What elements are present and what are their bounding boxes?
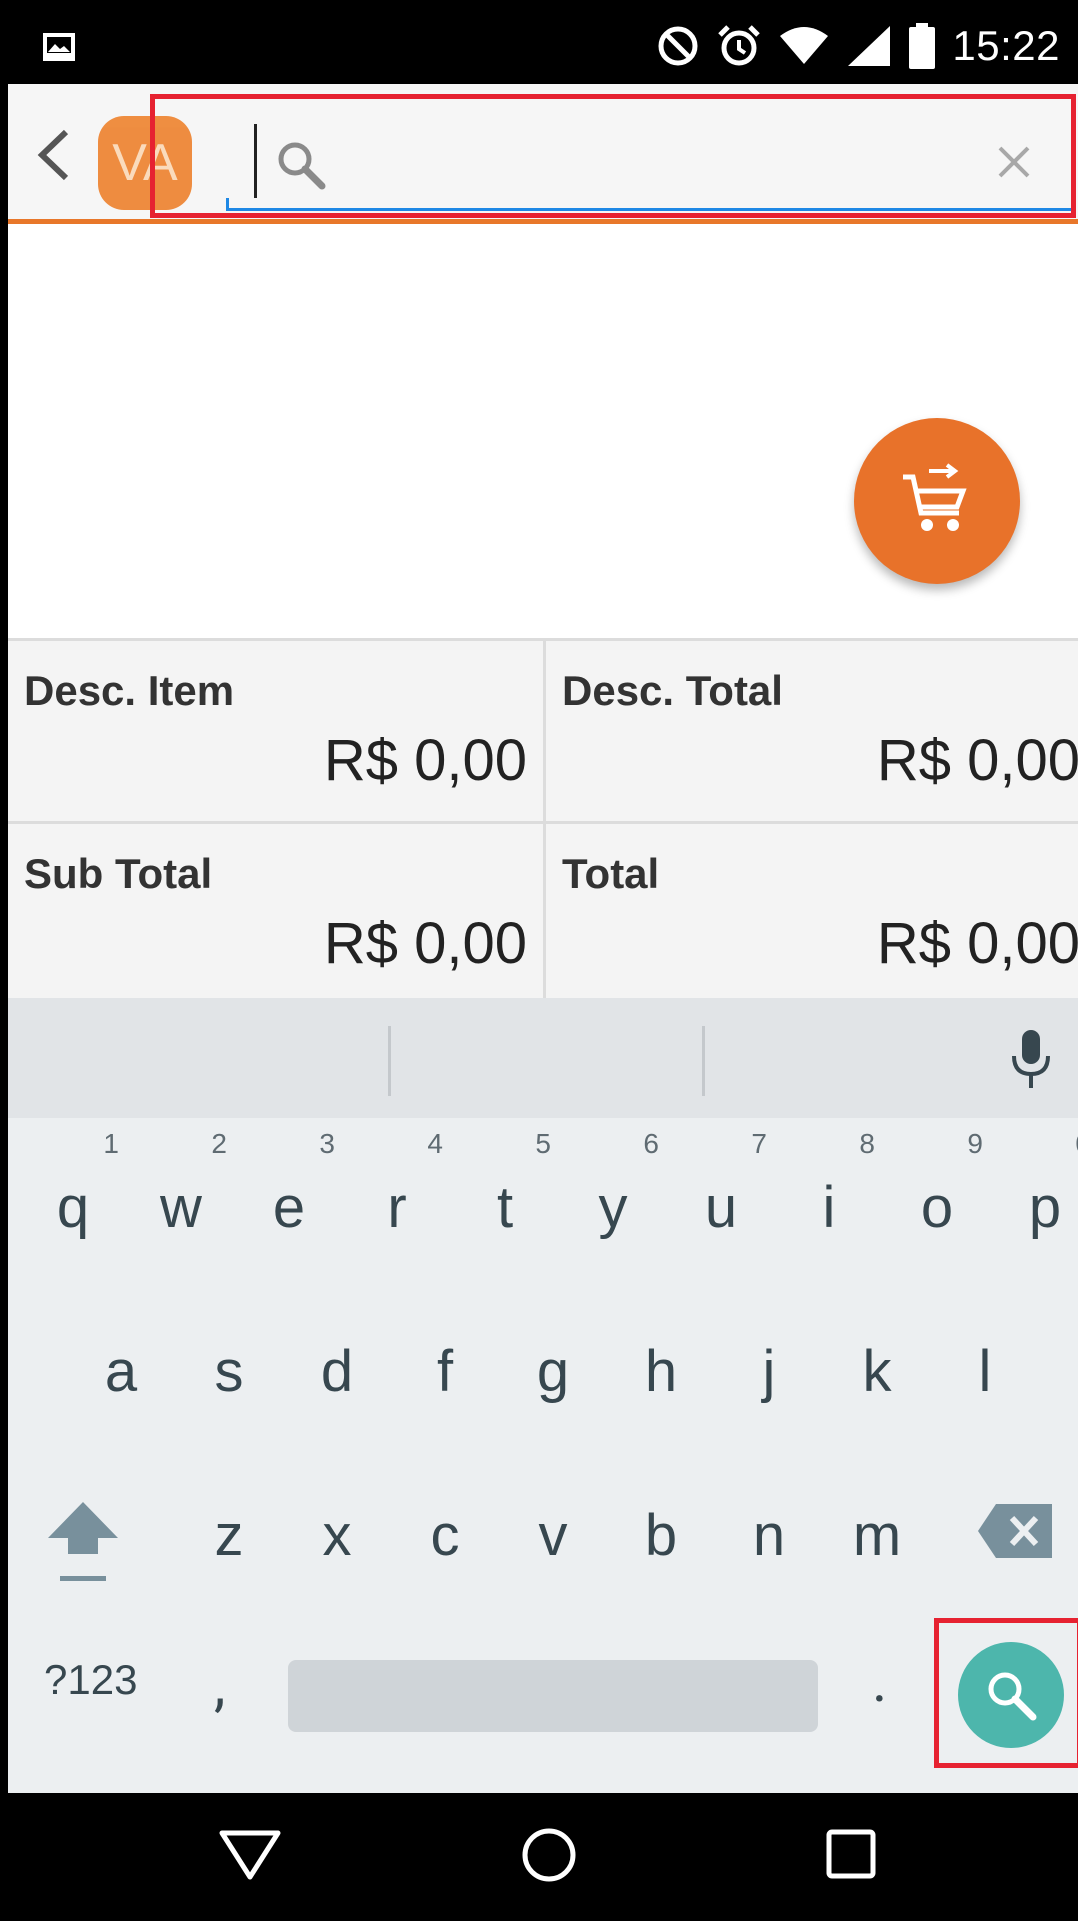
key-q[interactable]: q1 <box>33 1128 119 1241</box>
desc-total-cell: Desc. Total R$ 0,00 <box>543 641 1078 821</box>
alarm-icon <box>718 25 761 66</box>
key-a[interactable]: a <box>81 1338 161 1405</box>
soft-keyboard: q1w2e3r4t5y6u7i8o9p0 asdfghjkl zxcvbnm ?… <box>8 998 1078 1793</box>
status-bar: 15:22 <box>8 8 1078 84</box>
comma-key[interactable]: , <box>214 1652 225 1720</box>
key-hint-6: 6 <box>643 1128 659 1159</box>
key-hint-1: 1 <box>103 1128 119 1159</box>
key-hint-5: 5 <box>535 1128 551 1159</box>
totals-panel: Desc. Item R$ 0,00 Desc. Total R$ 0,00 S… <box>8 638 1078 1001</box>
back-triangle-icon[interactable] <box>218 1829 282 1881</box>
key-c[interactable]: c <box>405 1502 485 1569</box>
desc-total-label: Desc. Total <box>562 667 783 714</box>
key-x[interactable]: x <box>297 1502 377 1569</box>
sub-total-label: Sub Total <box>24 850 213 897</box>
period-key[interactable]: . <box>872 1648 887 1716</box>
key-y[interactable]: y6 <box>573 1128 660 1241</box>
cart-fab-button[interactable] <box>854 418 1020 584</box>
key-n[interactable]: n <box>729 1502 809 1569</box>
key-s[interactable]: s <box>189 1338 269 1405</box>
total-label: Total <box>562 850 660 897</box>
key-r[interactable]: r4 <box>357 1128 443 1241</box>
key-g[interactable]: g <box>513 1338 593 1405</box>
desc-item-value: R$ 0,00 <box>323 728 527 793</box>
key-hint-7: 7 <box>751 1128 767 1159</box>
total-value: R$ 0,00 <box>876 911 1078 976</box>
desc-total-value: R$ 0,00 <box>876 728 1078 793</box>
key-t[interactable]: t5 <box>465 1128 551 1241</box>
search-field-highlight <box>150 94 1076 218</box>
sub-total-value: R$ 0,00 <box>323 911 527 976</box>
battery-icon <box>909 23 936 69</box>
cart-icon <box>903 463 967 531</box>
key-v[interactable]: v <box>513 1502 593 1569</box>
app-screen: 15:22 VA Desc. Item R$ 0,00 Desc. Total … <box>8 8 1078 1913</box>
total-cell: Total R$ 0,00 <box>543 821 1078 1001</box>
key-i[interactable]: i8 <box>789 1128 875 1241</box>
key-hint-3: 3 <box>319 1128 335 1159</box>
status-time: 15:22 <box>952 22 1060 69</box>
desc-item-label: Desc. Item <box>24 667 235 714</box>
key-hint-9: 9 <box>967 1128 983 1159</box>
key-b[interactable]: b <box>621 1502 701 1569</box>
key-d[interactable]: d <box>297 1338 377 1405</box>
shift-icon[interactable] <box>46 1498 120 1584</box>
key-o[interactable]: o9 <box>897 1128 983 1241</box>
key-w[interactable]: w2 <box>141 1128 227 1241</box>
wifi-icon <box>780 27 829 64</box>
navigation-bar <box>8 1793 1078 1913</box>
back-chevron-icon[interactable] <box>34 128 74 182</box>
space-bar[interactable] <box>288 1660 818 1732</box>
home-circle-icon[interactable] <box>521 1827 577 1883</box>
key-m[interactable]: m <box>837 1502 917 1569</box>
key-z[interactable]: z <box>189 1502 269 1569</box>
suggestion-divider <box>388 1026 391 1096</box>
do-not-disturb-icon <box>658 26 698 66</box>
symbols-key[interactable]: ?123 <box>44 1656 137 1704</box>
key-p[interactable]: p0 <box>1005 1128 1078 1241</box>
sub-total-cell: Sub Total R$ 0,00 <box>8 821 543 1001</box>
search-key-highlight <box>934 1618 1078 1768</box>
key-k[interactable]: k <box>837 1338 917 1405</box>
image-notification-icon <box>43 33 75 61</box>
key-f[interactable]: f <box>405 1338 485 1405</box>
key-l[interactable]: l <box>945 1338 1025 1405</box>
backspace-icon[interactable] <box>976 1502 1054 1560</box>
suggestion-strip <box>8 998 1078 1118</box>
key-hint-4: 4 <box>427 1128 443 1159</box>
search-toolbar: VA <box>8 84 1078 224</box>
signal-icon <box>848 26 891 66</box>
microphone-icon[interactable] <box>1008 1028 1054 1090</box>
recents-square-icon[interactable] <box>826 1829 876 1879</box>
desc-item-cell: Desc. Item R$ 0,00 <box>8 641 543 821</box>
suggestion-divider <box>702 1026 705 1096</box>
key-hint-8: 8 <box>859 1128 875 1159</box>
key-h[interactable]: h <box>621 1338 701 1405</box>
key-j[interactable]: j <box>729 1338 809 1405</box>
key-u[interactable]: u7 <box>681 1128 767 1241</box>
key-hint-2: 2 <box>211 1128 227 1159</box>
key-e[interactable]: e3 <box>249 1128 335 1241</box>
